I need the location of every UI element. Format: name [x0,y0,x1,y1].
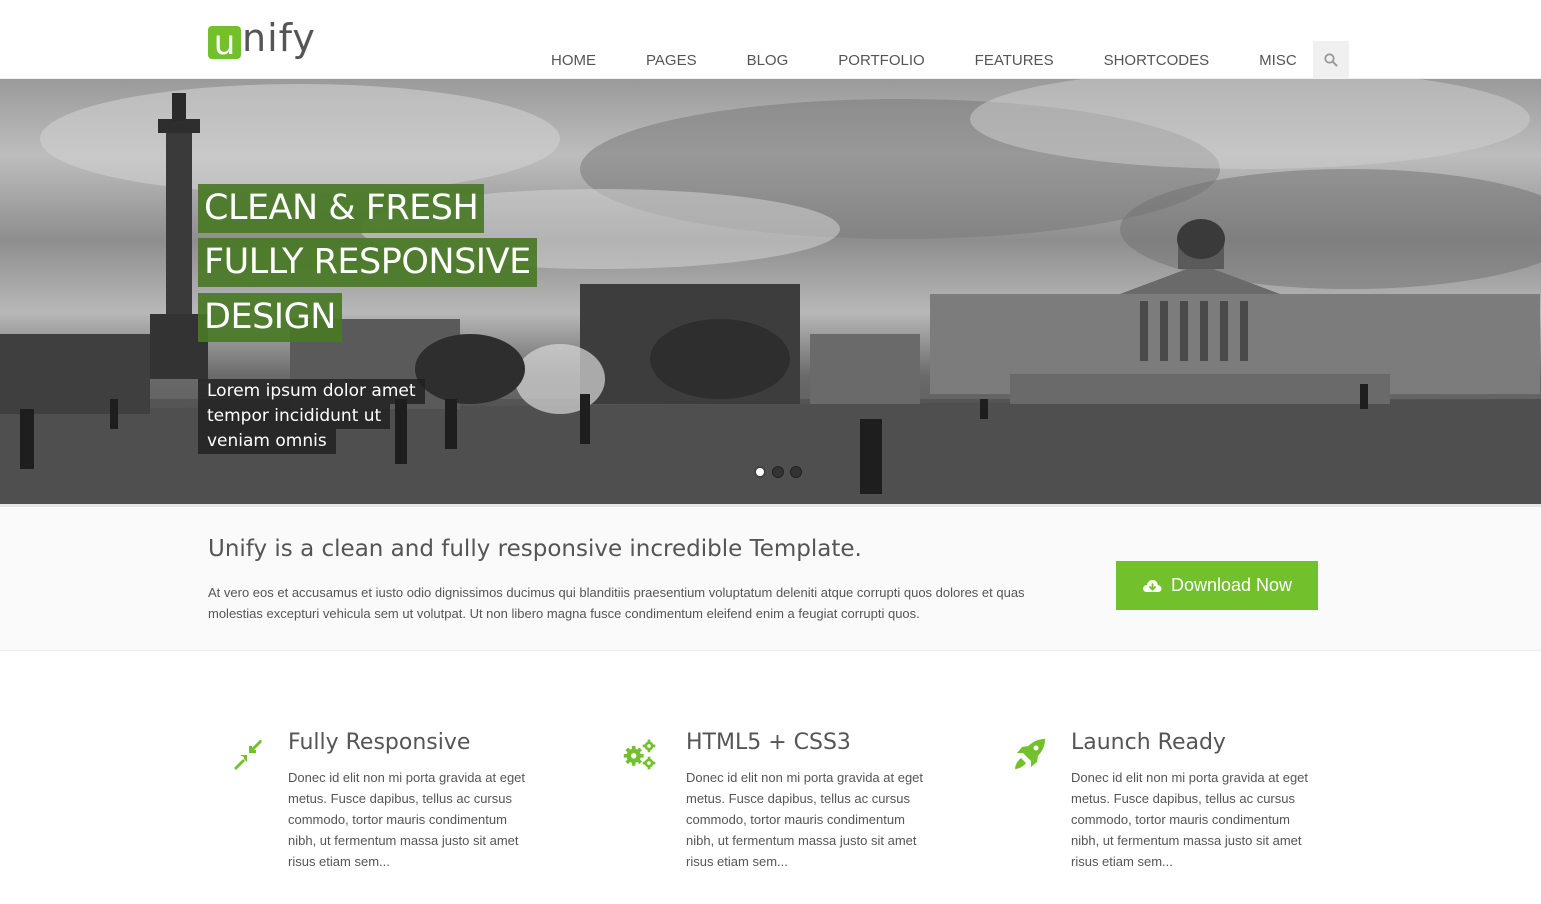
feature-text: Donec id elit non mi porta gravida at eg… [1071,770,1309,869]
feature-title: HTML5 + CSS3 [686,730,851,755]
nav-blog[interactable]: BLOG [722,41,814,79]
feature-title: Launch Ready [1071,730,1226,755]
nav-pages[interactable]: PAGES [621,41,722,79]
hero-slider: CLEAN & FRESH FULLY RESPONSIVE DESIGN Lo… [0,79,1541,504]
slider-dot-3[interactable] [790,466,802,478]
hero-subline-line-3: veniam omnis [198,429,336,454]
nav-home[interactable]: HOME [526,41,621,79]
compress-arrows-icon [234,740,262,770]
gears-icon [623,739,656,770]
promo-section: Unify is a clean and fully responsive in… [0,504,1541,651]
hero-headline-line-2: FULLY RESPONSIVE [198,238,537,287]
nav-portfolio[interactable]: PORTFOLIO [813,41,949,79]
feature-title: Fully Responsive [288,730,471,755]
slider-dot-2[interactable] [772,466,784,478]
nav-features[interactable]: FEATURES [950,41,1079,79]
nav-misc[interactable]: MISC [1234,41,1322,79]
hero-subline-line-2: tempor incididunt ut [198,404,391,429]
download-now-button[interactable]: Download Now [1116,561,1318,610]
site-header: u nify HOME PAGES BLOG PORTFOLIO FEATURE… [0,0,1541,79]
logo-text: nify [242,16,316,60]
feature-text: Donec id elit non mi porta gravida at eg… [288,770,526,869]
feature-text: Donec id elit non mi porta gravida at eg… [686,770,924,869]
logo-mark: u [208,26,241,60]
main-nav: HOME PAGES BLOG PORTFOLIO FEATURES SHORT… [526,41,1322,79]
cloud-download-icon [1143,579,1162,592]
download-button-label: Download Now [1170,575,1293,595]
search-button[interactable] [1313,41,1349,79]
promo-title: Unify is a clean and fully responsive in… [208,536,862,562]
hero-headline-line-1: CLEAN & FRESH [198,184,485,233]
search-icon [1324,53,1338,67]
logo[interactable]: u nify [208,16,316,60]
hero-subline-line-1: Lorem ipsum dolor amet [198,379,425,404]
hero-headline-line-3: DESIGN [198,293,342,342]
rocket-icon [1015,739,1045,769]
slider-dot-1[interactable] [754,466,766,478]
promo-text: At vero eos et accusamus et iusto odio d… [208,585,1025,621]
slider-pagination [754,466,802,478]
nav-shortcodes[interactable]: SHORTCODES [1079,41,1235,79]
